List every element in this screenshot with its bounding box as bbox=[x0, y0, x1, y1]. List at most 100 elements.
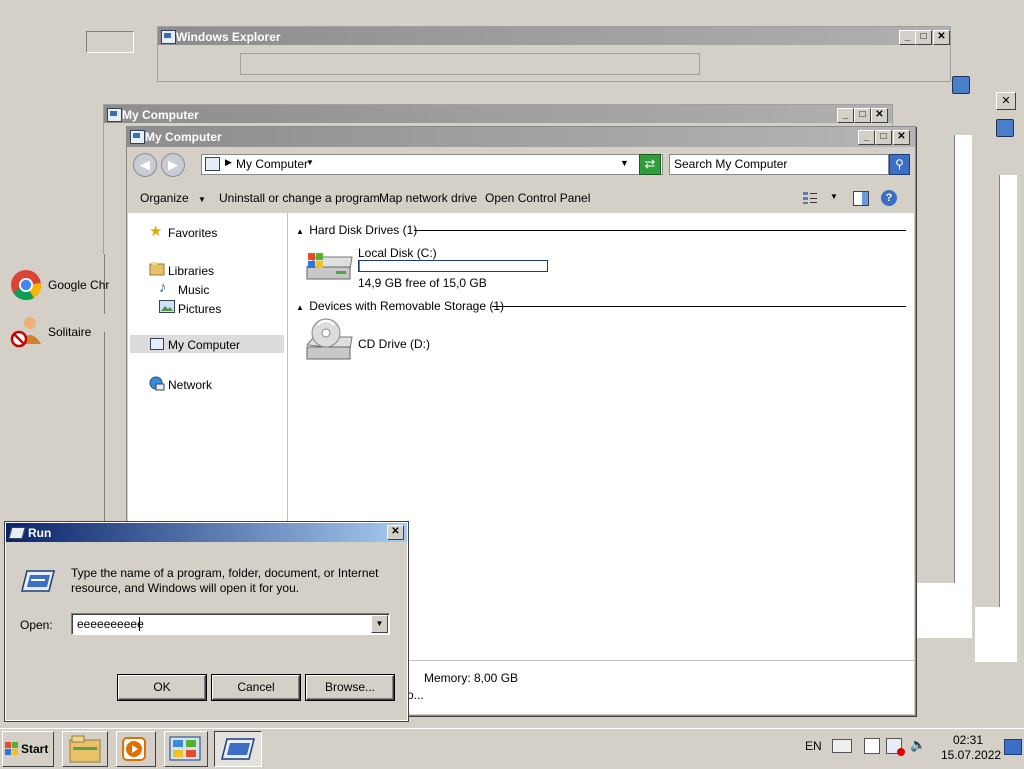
left-panel-label: Google Chr bbox=[48, 278, 110, 292]
drive-cd-drive-d[interactable]: CD Drive (D:) bbox=[304, 317, 504, 367]
language-indicator[interactable]: EN bbox=[805, 739, 822, 753]
ok-button[interactable]: OK bbox=[118, 675, 206, 700]
folder-icon bbox=[69, 735, 101, 763]
combobox-dropdown-icon[interactable]: ▼ bbox=[371, 615, 388, 633]
nav-network[interactable]: Network bbox=[149, 376, 213, 392]
forward-button[interactable]: ▶ bbox=[161, 153, 185, 177]
bg-window-frame-inner bbox=[916, 135, 955, 583]
drive-usage-bar bbox=[358, 260, 548, 272]
preview-pane-icon[interactable] bbox=[853, 191, 869, 206]
bg-search-button-2[interactable] bbox=[996, 119, 1014, 137]
help-icon[interactable]: ? bbox=[881, 190, 897, 206]
view-dropdown-icon[interactable]: ▼ bbox=[830, 192, 838, 201]
bg-close-button[interactable]: ✕ bbox=[996, 92, 1016, 110]
collapse-arrow-icon: ▲ bbox=[296, 303, 304, 312]
address-dropdown-icon[interactable]: ▼ bbox=[620, 158, 629, 168]
drive-local-disk-c[interactable]: Local Disk (C:) 14,9 GB free of 15,0 GB bbox=[304, 243, 554, 290]
bg-window-windows-explorer[interactable]: Windows Explorer _ □ ✕ bbox=[157, 26, 951, 82]
run-dialog[interactable]: Run ✕ Type the name of a program, folder… bbox=[4, 521, 409, 722]
cd-drive-icon bbox=[305, 318, 353, 360]
computer-icon bbox=[205, 157, 220, 171]
cancel-button[interactable]: Cancel bbox=[212, 675, 300, 700]
run-titlebar[interactable]: Run ✕ bbox=[6, 523, 407, 542]
bg-search-button[interactable] bbox=[952, 76, 970, 94]
run-icon bbox=[8, 527, 26, 539]
close-button[interactable]: ✕ bbox=[871, 108, 888, 123]
clock-time[interactable]: 02:31 bbox=[953, 733, 983, 747]
maximize-button[interactable]: □ bbox=[854, 108, 871, 123]
close-button[interactable]: ✕ bbox=[387, 525, 404, 540]
nav-libraries[interactable]: Libraries bbox=[149, 262, 214, 278]
close-button[interactable]: ✕ bbox=[933, 30, 950, 45]
organize-button[interactable]: Organize ▼ bbox=[140, 191, 206, 205]
open-combobox[interactable]: eeeeeeeeee ▼ bbox=[71, 613, 390, 635]
search-placeholder: Search My Computer bbox=[674, 157, 788, 171]
open-control-panel-button[interactable]: Open Control Panel bbox=[485, 191, 590, 205]
keyboard-icon[interactable] bbox=[832, 739, 852, 753]
control-panel-icon bbox=[169, 736, 201, 761]
nav-label: Network bbox=[168, 378, 213, 392]
command-toolbar: Organize ▼ Uninstall or change a program… bbox=[128, 183, 914, 213]
refresh-button[interactable]: ⇄ bbox=[639, 154, 661, 175]
details-processor: o... bbox=[407, 688, 424, 702]
bg-window-frame-2-inner bbox=[975, 175, 1000, 607]
breadcrumb-my-computer[interactable]: My Computer bbox=[236, 157, 308, 171]
map-network-drive-button[interactable]: Map network drive bbox=[379, 191, 477, 205]
search-input[interactable]: Search My Computer bbox=[669, 154, 889, 175]
window-icon bbox=[107, 108, 122, 122]
minimize-button[interactable]: _ bbox=[837, 108, 854, 123]
group-removable-storage[interactable]: ▲ Devices with Removable Storage (1) bbox=[296, 299, 906, 313]
start-button[interactable]: Start bbox=[2, 731, 54, 767]
view-options-icon[interactable] bbox=[802, 191, 818, 205]
computer-icon bbox=[150, 338, 164, 350]
run-program-icon bbox=[21, 570, 55, 592]
network-warning-icon[interactable] bbox=[886, 738, 905, 756]
windows-logo-icon bbox=[5, 742, 18, 755]
taskbar-explorer-button[interactable] bbox=[62, 731, 108, 767]
group-title: Devices with Removable Storage (1) bbox=[309, 299, 505, 313]
volume-icon[interactable]: 🔈 bbox=[910, 737, 926, 753]
open-input[interactable]: eeeeeeeeee bbox=[77, 617, 144, 631]
show-desktop-icon[interactable] bbox=[1004, 739, 1022, 755]
action-center-icon[interactable] bbox=[864, 738, 880, 754]
taskbar-control-panel-button[interactable] bbox=[164, 731, 208, 767]
search-icon[interactable]: ⚲ bbox=[889, 154, 910, 175]
nav-music[interactable]: ♪ Music bbox=[159, 279, 209, 297]
chevron-down-icon: ▼ bbox=[198, 195, 206, 204]
maximize-button[interactable]: □ bbox=[875, 130, 892, 145]
breadcrumb-dropdown-icon[interactable]: ▼ bbox=[306, 158, 314, 167]
run-icon bbox=[221, 738, 255, 760]
open-label: Open: bbox=[20, 618, 53, 632]
browse-button[interactable]: Browse... bbox=[306, 675, 394, 700]
group-hard-disk-drives[interactable]: ▲ Hard Disk Drives (1) bbox=[296, 223, 906, 237]
left-panel-item-chrome[interactable]: Google Chr bbox=[10, 269, 109, 303]
chrome-icon bbox=[11, 270, 42, 301]
left-panel-separator bbox=[104, 314, 124, 332]
details-memory: Memory: 8,00 GB bbox=[424, 671, 519, 685]
minimize-button[interactable]: _ bbox=[899, 30, 916, 45]
run-description: Type the name of a program, folder, docu… bbox=[71, 566, 379, 595]
breadcrumb-arrow-icon: ▶ bbox=[225, 157, 232, 167]
nav-label: Pictures bbox=[178, 302, 222, 316]
pictures-icon bbox=[159, 300, 175, 316]
taskbar-media-player-button[interactable] bbox=[116, 731, 156, 767]
drive-label: Local Disk (C:) bbox=[358, 246, 437, 260]
address-bar[interactable]: ▶ My Computer ▼ ▼ bbox=[201, 154, 663, 175]
minimize-button[interactable]: _ bbox=[858, 130, 875, 145]
drive-free-space: 14,9 GB free of 15,0 GB bbox=[358, 276, 487, 290]
nav-pictures[interactable]: Pictures bbox=[159, 300, 222, 316]
explorer-titlebar[interactable]: My Computer _ □ ✕ bbox=[127, 127, 915, 147]
back-button[interactable]: ◀ bbox=[133, 153, 157, 177]
nav-my-computer-selected[interactable]: My Computer bbox=[130, 335, 284, 353]
start-label: Start bbox=[21, 742, 49, 756]
group-divider bbox=[492, 306, 906, 307]
left-panel-item-solitaire[interactable]: Solitaire bbox=[10, 314, 104, 348]
taskbar-run-button[interactable] bbox=[214, 731, 262, 767]
uninstall-program-button[interactable]: Uninstall or change a program bbox=[219, 191, 380, 205]
nav-favorites[interactable]: ★ Favorites bbox=[149, 223, 217, 240]
hard-drive-icon bbox=[305, 253, 353, 280]
drive-label: CD Drive (D:) bbox=[358, 337, 430, 351]
close-button[interactable]: ✕ bbox=[893, 130, 910, 145]
maximize-button[interactable]: □ bbox=[915, 30, 932, 45]
clock-date[interactable]: 15.07.2022 bbox=[941, 748, 1001, 762]
